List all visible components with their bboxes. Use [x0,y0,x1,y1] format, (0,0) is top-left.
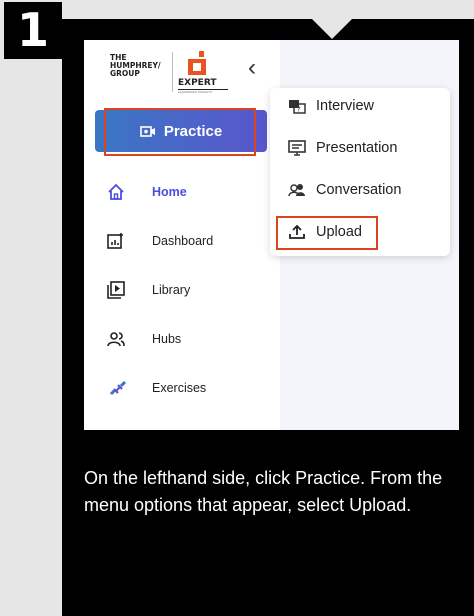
sidebar: THE HUMPHREY/ GROUP EXPERT LEADERSHIP IN… [84,40,280,430]
library-icon [107,281,125,299]
sidebar-item-label: Library [152,283,191,297]
sidebar-item-library[interactable]: Library [106,280,190,300]
home-icon [108,183,124,200]
sidebar-item-label: Exercises [152,381,207,395]
svg-text:?: ? [297,106,301,114]
hubs-icon [107,332,125,347]
instruction-text: On the lefthand side, click Practice. Fr… [84,468,443,515]
interview-icon: ? [289,100,306,114]
logo-tagline: LEADERSHIP INSIGHTS [178,89,228,94]
sidebar-item-label: Dashboard [152,234,214,248]
menu-item-conversation[interactable]: Conversation [288,182,401,198]
menu-item-interview[interactable]: ? Interview [288,98,374,114]
practice-highlight-box [104,108,256,156]
sidebar-item-label: Home [152,185,187,199]
logo-mark-icon [188,51,206,75]
sidebar-item-hubs[interactable]: Hubs [106,329,181,349]
presentation-icon [288,140,306,156]
logo-company-text: THE HUMPHREY/ GROUP [110,53,161,78]
menu-item-label: Conversation [316,182,402,198]
menu-item-presentation[interactable]: Presentation [288,140,397,156]
dashboard-icon [107,233,123,249]
panel-notch [312,19,352,39]
logo-divider [172,52,173,92]
menu-item-label: Interview [316,98,375,114]
practice-menu: ? Interview Presentation Conversation Up… [270,88,450,256]
sidebar-item-home[interactable]: Home [106,182,187,202]
upload-highlight-box [276,216,378,250]
sidebar-item-dashboard[interactable]: Dashboard [106,231,213,251]
exercises-icon [109,380,127,396]
logo-product-text: EXPERT [178,78,217,88]
collapse-chevron-icon[interactable]: ‹ [248,54,256,82]
app-screenshot: THE HUMPHREY/ GROUP EXPERT LEADERSHIP IN… [84,40,459,430]
sidebar-item-label: Hubs [152,332,182,346]
step-number-badge: 1 [4,2,62,59]
conversation-icon [288,184,305,197]
sidebar-item-exercises[interactable]: Exercises [108,378,206,398]
logo: THE HUMPHREY/ GROUP EXPERT LEADERSHIP IN… [110,48,230,98]
menu-item-label: Presentation [316,140,398,156]
